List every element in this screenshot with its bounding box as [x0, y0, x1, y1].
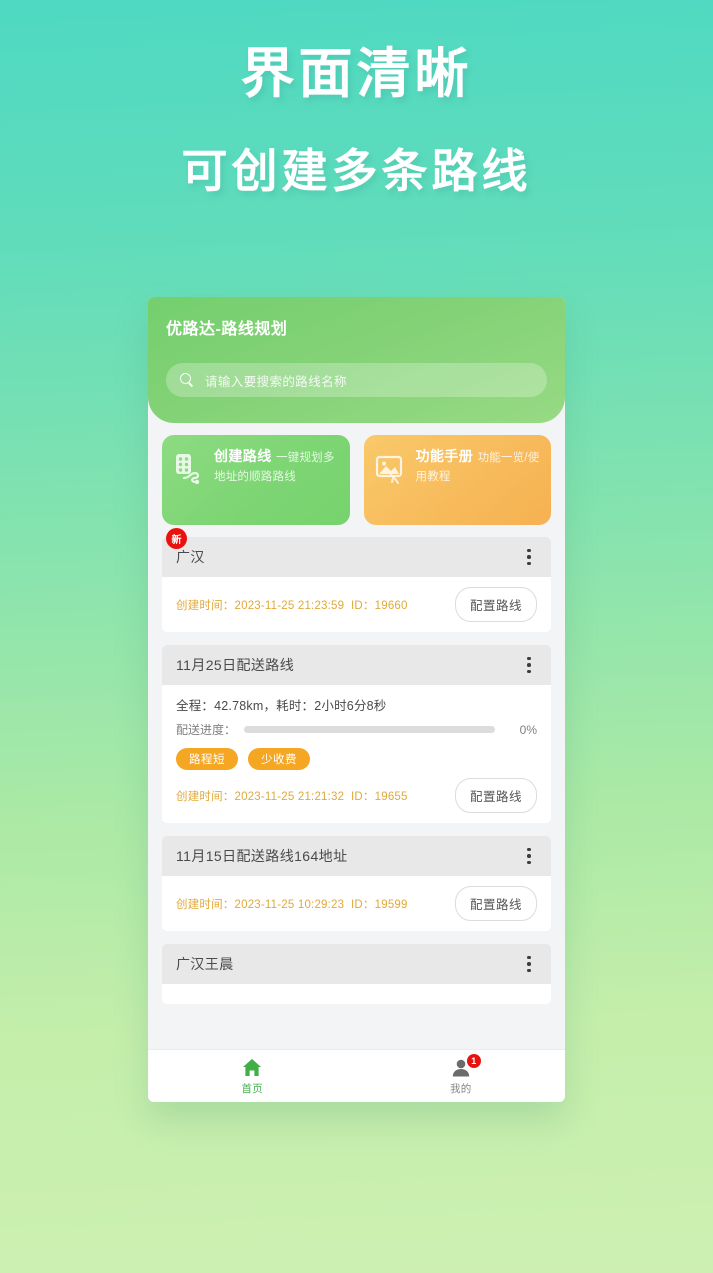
home-icon	[241, 1057, 263, 1079]
created-time: 2023-11-25 21:21:32	[234, 790, 345, 803]
search-placeholder: 请输入要搜索的路线名称	[205, 374, 347, 389]
route-id: 19655	[374, 790, 408, 803]
route-stats: 全程：42.78km，耗时：2小时6分8秒	[176, 699, 387, 713]
route-card-header: 广汉	[162, 537, 551, 577]
route-created-meta: 创建时间：2023-11-25 21:21:32 ID：19655	[176, 788, 408, 804]
create-route-card[interactable]: 创建路线 一键规划多地址的顺路路线	[162, 435, 350, 525]
route-card-header: 11月15日配送路线164地址	[162, 836, 551, 876]
route-tag: 路程短	[176, 748, 238, 770]
image-placeholder-icon	[374, 451, 408, 485]
search-input[interactable]: 请输入要搜索的路线名称	[166, 363, 547, 397]
created-label: 创建时间：	[176, 599, 235, 612]
more-vertical-icon[interactable]	[521, 653, 537, 678]
progress-value: 0%	[519, 722, 537, 737]
route-card-body: 创建时间：2023-11-25 10:29:23 ID：19599 配置路线	[162, 876, 551, 931]
promo-headline-primary: 界面清晰	[240, 44, 473, 104]
tab-home[interactable]: 首页	[148, 1050, 357, 1102]
bottom-navigation: 首页 1 我的	[148, 1049, 565, 1102]
route-card[interactable]: 广汉王晨	[162, 944, 551, 1004]
profile-badge: 1	[466, 1054, 481, 1068]
created-label: 创建时间：	[176, 790, 235, 803]
quick-actions: 创建路线 一键规划多地址的顺路路线 功能手册 功能一览/使用教程	[148, 423, 565, 525]
route-name: 11月15日配送路线164地址	[176, 848, 348, 864]
more-vertical-icon[interactable]	[521, 844, 537, 869]
route-id: 19599	[374, 898, 408, 911]
route-tags: 路程短 少收费	[176, 748, 537, 770]
delivery-progress: 配送进度： 0%	[176, 721, 537, 738]
route-meta-row: 创建时间：2023-11-25 10:29:23 ID：19599 配置路线	[176, 886, 537, 921]
configure-route-button[interactable]: 配置路线	[454, 886, 537, 921]
manual-card[interactable]: 功能手册 功能一览/使用教程	[363, 435, 551, 525]
route-id-label: ID：	[351, 898, 375, 911]
created-label: 创建时间：	[176, 898, 235, 911]
route-building-icon	[172, 451, 206, 485]
app-header: 优路达-路线规划 请输入要搜索的路线名称	[148, 297, 565, 423]
route-card-body: 创建时间：2023-11-25 21:23:59 ID：19660 配置路线	[162, 577, 551, 632]
route-card-header: 11月25日配送路线	[162, 645, 551, 685]
created-time: 2023-11-25 21:23:59	[234, 599, 345, 612]
route-name: 广汉王晨	[176, 956, 234, 972]
new-badge: 新	[166, 528, 187, 549]
tab-home-label: 首页	[241, 1082, 264, 1095]
route-created-meta: 创建时间：2023-11-25 21:23:59 ID：19660	[176, 597, 408, 613]
route-created-meta: 创建时间：2023-11-25 10:29:23 ID：19599	[176, 896, 408, 912]
search-icon	[180, 372, 195, 388]
route-card-header: 广汉王晨	[162, 944, 551, 984]
created-time: 2023-11-25 10:29:23	[234, 898, 345, 911]
route-id: 19660	[374, 599, 408, 612]
promo-headlines: 界面清晰 可创建多条路线	[0, 46, 713, 195]
route-card-body: 全程：42.78km，耗时：2小时6分8秒 配送进度： 0% 路程短 少收费 创…	[162, 685, 551, 823]
promo-headline-secondary: 可创建多条路线	[181, 144, 532, 197]
route-tag: 少收费	[248, 748, 310, 770]
route-card[interactable]: 11月25日配送路线 全程：42.78km，耗时：2小时6分8秒 配送进度： 0…	[162, 645, 551, 823]
more-vertical-icon[interactable]	[521, 952, 537, 977]
route-card[interactable]: 11月15日配送路线164地址 创建时间：2023-11-25 10:29:23…	[162, 836, 551, 931]
route-card[interactable]: 新 广汉 创建时间：2023-11-25 21:23:59 ID：19660 配…	[162, 528, 551, 632]
progress-label: 配送进度：	[176, 723, 237, 737]
route-name: 广汉	[176, 549, 205, 565]
tab-profile-label: 我的	[449, 1082, 472, 1095]
progress-bar	[244, 726, 495, 733]
route-meta-row: 创建时间：2023-11-25 21:23:59 ID：19660 配置路线	[176, 587, 537, 622]
phone-mockup: 优路达-路线规划 请输入要搜索的路线名称 创建路线 一键规划多地址的顺路路线 功…	[148, 297, 565, 1102]
route-id-label: ID：	[351, 599, 375, 612]
route-meta-row: 创建时间：2023-11-25 21:21:32 ID：19655 配置路线	[176, 778, 537, 813]
manual-title: 功能手册	[415, 448, 474, 464]
configure-route-button[interactable]: 配置路线	[454, 778, 537, 813]
more-vertical-icon[interactable]	[521, 545, 537, 570]
create-route-title: 创建路线	[214, 448, 272, 464]
tab-profile[interactable]: 1 我的	[357, 1050, 566, 1102]
route-list[interactable]: 新 广汉 创建时间：2023-11-25 21:23:59 ID：19660 配…	[148, 525, 565, 1049]
configure-route-button[interactable]: 配置路线	[454, 587, 537, 622]
route-card-body	[162, 984, 551, 1004]
app-title: 优路达-路线规划	[166, 321, 288, 338]
route-name: 11月25日配送路线	[176, 657, 295, 673]
route-id-label: ID：	[351, 790, 375, 803]
